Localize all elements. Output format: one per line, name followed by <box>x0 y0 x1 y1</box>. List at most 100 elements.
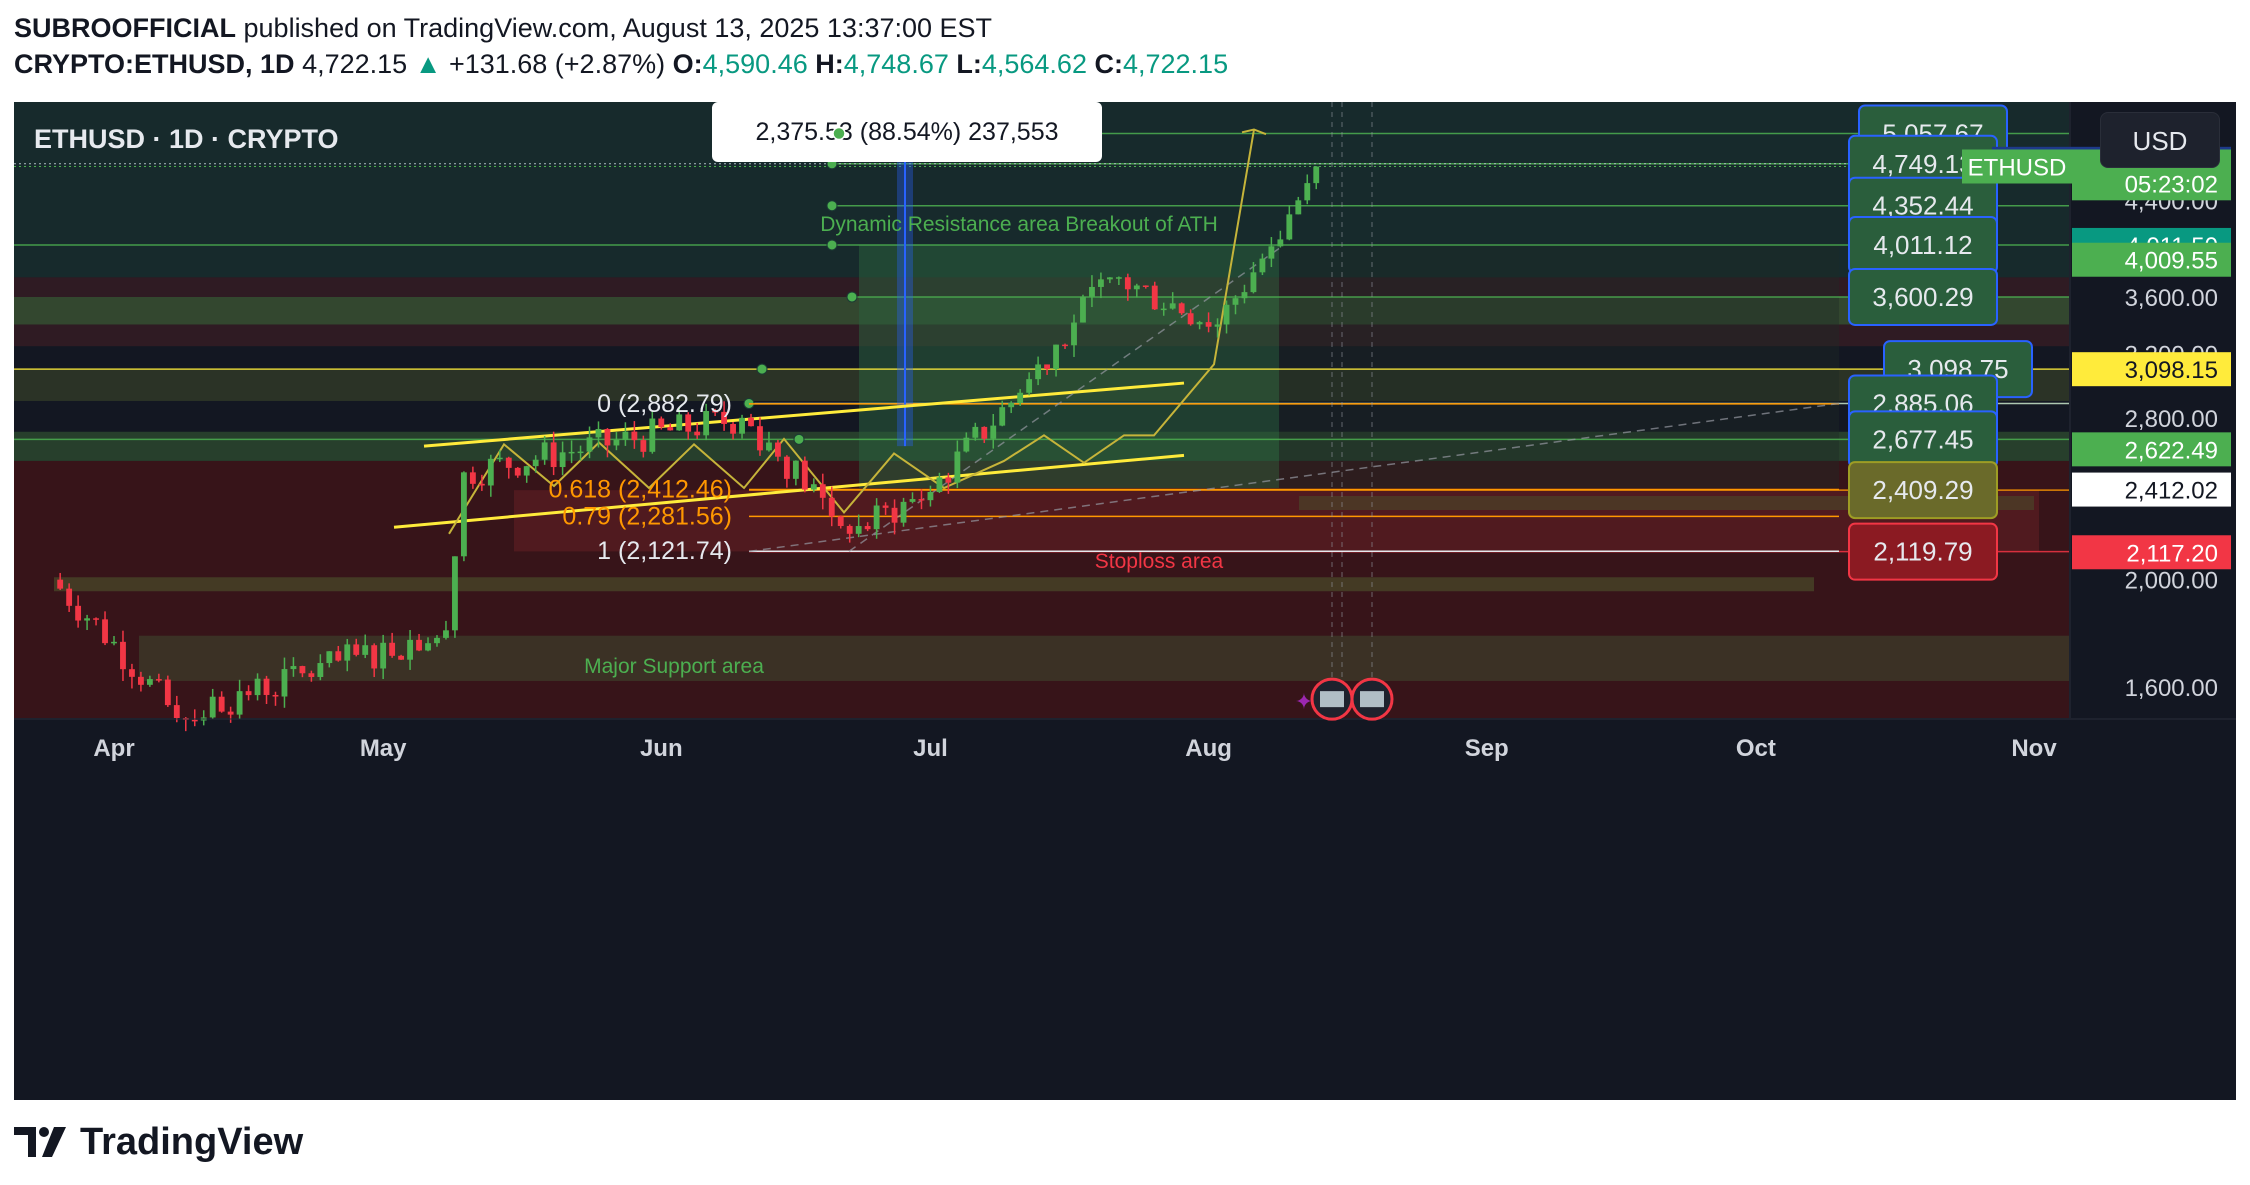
price-scale-label-value: 2,117.20 <box>2126 540 2218 567</box>
candle-body <box>380 642 387 669</box>
time-axis-tick: Jun <box>640 735 683 762</box>
price-axis-tick: 3,600.00 <box>2125 285 2218 312</box>
candle-body <box>191 719 198 722</box>
chart-pane[interactable]: 2,375.53 (88.54%) 237,553 Dynamic Resista… <box>14 102 2236 1100</box>
candle-body <box>1187 313 1194 325</box>
candle-body <box>75 605 82 621</box>
candle-body <box>1035 364 1042 380</box>
level-box-text: 3,600.29 <box>1872 282 1973 312</box>
time-axis-tick: Sep <box>1465 735 1509 762</box>
candle-body <box>299 666 306 674</box>
us-flag-stripes <box>1360 691 1384 708</box>
candle-body <box>416 639 422 651</box>
sparkle-icon: ✦ <box>1295 689 1313 714</box>
candle-body <box>317 663 324 677</box>
close-value: 4,722.15 <box>1122 49 1229 79</box>
dynamic-resistance-label: Dynamic Resistance area Breakout of ATH <box>820 213 1218 236</box>
candle-body <box>954 451 961 483</box>
candle-body <box>227 711 234 715</box>
low-value: 4,564.62 <box>981 49 1087 79</box>
candle-body <box>801 460 808 490</box>
candle-body <box>936 477 943 492</box>
chart-title: ETHUSD · 1D · CRYPTO <box>34 124 339 154</box>
symbol-interval[interactable]: CRYPTO:ETHUSD, 1D <box>14 49 295 79</box>
candle-body <box>694 431 701 436</box>
candle-body <box>649 418 656 452</box>
price-scale-label-value: 3,098.15 <box>2125 357 2218 384</box>
candle-body <box>945 477 952 483</box>
candle-body <box>783 456 790 479</box>
chart-canvas[interactable]: 2,375.53 (88.54%) 237,553 Dynamic Resista… <box>14 102 2236 1100</box>
tradingview-logo[interactable]: TradingView <box>14 1120 303 1164</box>
candle-body <box>1053 344 1059 370</box>
candle-body <box>1133 285 1140 290</box>
open-label: O: <box>672 49 703 79</box>
candle-body <box>810 484 817 490</box>
candle-body <box>371 645 378 669</box>
candle-body <box>1044 364 1050 370</box>
candle-body <box>990 425 997 439</box>
candle-body <box>1098 279 1104 287</box>
candle-body <box>1205 322 1212 327</box>
candle-body <box>66 588 73 606</box>
candle-body <box>1169 303 1176 309</box>
candle-body <box>541 442 548 460</box>
candle-body <box>1223 304 1230 325</box>
candle-body <box>443 630 449 638</box>
candle-body <box>586 437 593 452</box>
candle-body <box>155 679 162 681</box>
level-box-text: 4,749.13 <box>1872 149 1973 179</box>
candle-body <box>1089 286 1095 297</box>
candle-body <box>335 651 342 661</box>
candle-body <box>550 442 557 468</box>
price-change: +131.68 (+2.87%) <box>448 49 666 79</box>
time-axis-tick: Nov <box>2011 735 2057 762</box>
level-anchor-dot <box>826 239 838 251</box>
candle-body <box>478 483 485 486</box>
candle-body <box>658 418 665 428</box>
candle-body <box>891 507 898 523</box>
candle-body <box>1026 379 1033 393</box>
candle-body <box>398 655 405 660</box>
candle-body <box>209 696 216 718</box>
candle-body <box>84 618 90 621</box>
time-axis-tick: Apr <box>93 735 134 762</box>
candle-body <box>1151 285 1158 310</box>
candle-body <box>559 452 566 468</box>
candle-body <box>604 428 611 446</box>
price-axis-tick: 1,600.00 <box>2125 675 2218 702</box>
candle-body <box>1295 200 1302 215</box>
candle-body <box>972 426 979 438</box>
candle-body <box>568 451 575 454</box>
candle-body <box>1178 303 1185 314</box>
low-label: L: <box>956 49 982 79</box>
candle-body <box>1259 258 1266 273</box>
fib-level-label: 0.618 (2,412.46) <box>549 475 732 503</box>
author-name[interactable]: SUBROOFFICIAL <box>14 13 236 43</box>
level-anchor-dot <box>846 291 858 303</box>
candle-body <box>855 526 862 534</box>
candle-body <box>254 678 261 696</box>
candle-body <box>882 505 889 508</box>
candle-body <box>613 439 620 446</box>
support-strip-1 <box>54 577 1814 592</box>
candle-body <box>362 645 369 655</box>
price-scale-label-value: 2,622.49 <box>2125 437 2218 464</box>
candle-body <box>1196 322 1203 325</box>
candle-body <box>873 505 880 530</box>
candle-body <box>129 669 135 677</box>
price-scale-label-value: 05:23:02 <box>2125 171 2218 198</box>
price-axis-tick: 2,000.00 <box>2125 568 2218 595</box>
candle-body <box>837 516 844 526</box>
currency-button[interactable]: USD <box>2100 112 2220 168</box>
candle-body <box>326 651 333 664</box>
candle-body <box>290 666 297 670</box>
candle-body <box>1071 322 1077 346</box>
fib-level-label: 0 (2,882.79) <box>597 390 732 418</box>
candle-body <box>57 579 64 589</box>
measure-anchor-dot <box>832 126 846 141</box>
candle-body <box>353 644 360 655</box>
published-text: published on TradingView.com, August 13,… <box>243 13 993 43</box>
candle-body <box>864 526 871 530</box>
up-arrow-icon: ▲ <box>414 49 442 79</box>
